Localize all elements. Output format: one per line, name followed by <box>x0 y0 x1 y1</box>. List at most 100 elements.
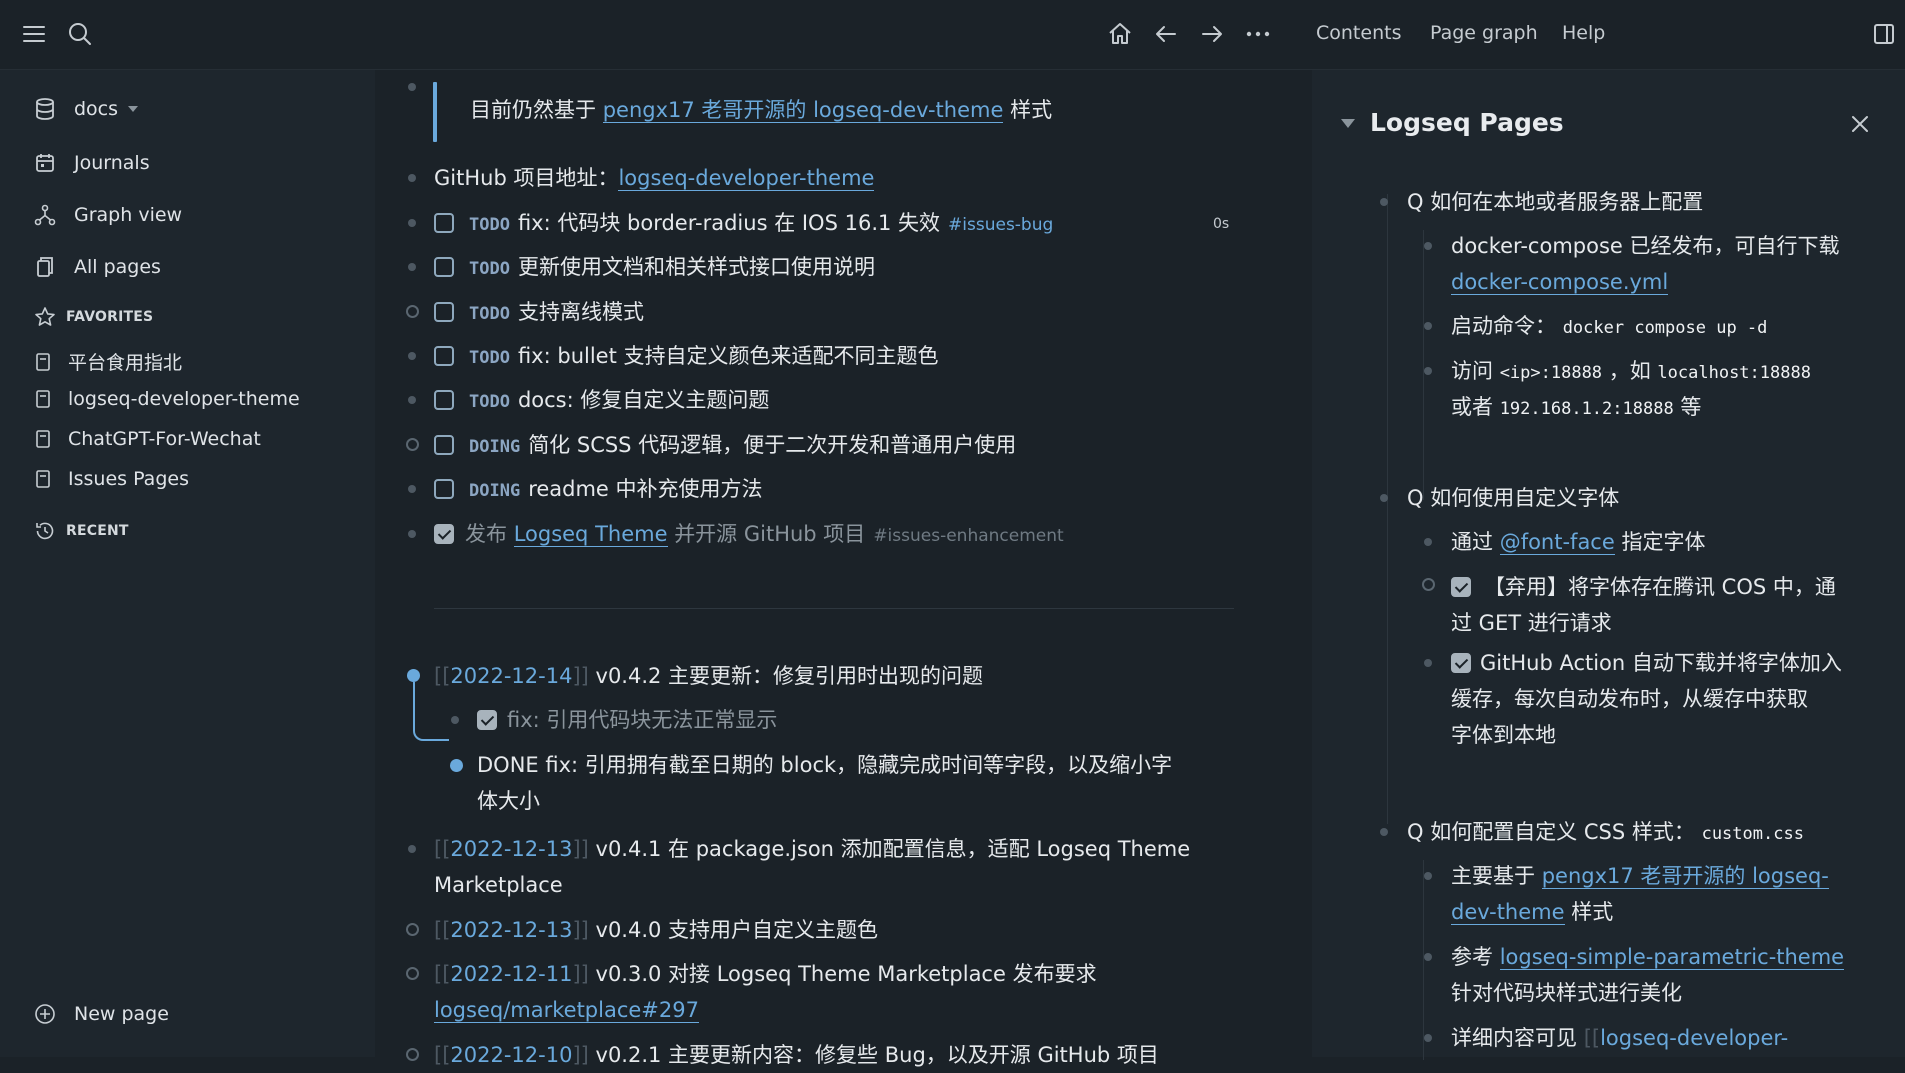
help-link[interactable]: Help <box>1562 22 1605 44</box>
graph-selector[interactable]: docs <box>34 92 139 126</box>
date-link[interactable]: 2022-12-10 <box>450 1043 572 1067</box>
github-link[interactable]: logseq-developer-theme <box>618 166 875 191</box>
sidebar-item-label: Journals <box>74 152 150 174</box>
sidebar-item-journals[interactable]: Journals <box>34 146 150 180</box>
tag-link[interactable]: #issues-enhancement <box>873 526 1063 546</box>
block-bullet[interactable] <box>1424 538 1432 546</box>
answer-line: 访问 <ip>:18888 ，如 localhost:18888 <box>1451 359 1811 383</box>
parametric-theme-link[interactable]: logseq-simple-parametric-theme <box>1499 945 1845 970</box>
more-icon[interactable] <box>1244 20 1272 48</box>
favorite-label: logseq-developer-theme <box>68 388 300 410</box>
date-link[interactable]: 2022-12-14 <box>450 664 572 688</box>
date-link[interactable]: 2022-12-13 <box>450 918 572 942</box>
right-sidebar-icon[interactable] <box>1870 20 1898 48</box>
block-bullet[interactable] <box>408 845 416 853</box>
collapse-arrow-icon[interactable] <box>1341 119 1355 128</box>
block-bullet[interactable] <box>1424 367 1432 375</box>
block-bullet[interactable] <box>408 83 416 91</box>
arrow-left-icon[interactable] <box>1152 20 1180 48</box>
menu-icon[interactable] <box>20 20 48 48</box>
sidebar-item-graph-view[interactable]: Graph view <box>34 198 182 232</box>
dev-theme-link[interactable]: pengx17 老哥开源的 logseq- <box>1541 864 1829 889</box>
sidebar-item-all-pages[interactable]: All pages <box>34 250 161 284</box>
question-2: Q 如何使用自定义字体 <box>1407 486 1620 510</box>
favorite-item[interactable]: Issues Pages <box>34 468 189 490</box>
todo-checkbox[interactable] <box>434 435 454 455</box>
collapsed-bullet[interactable] <box>406 305 419 318</box>
todo-checkbox[interactable] <box>434 390 454 410</box>
block-bullet[interactable] <box>408 396 416 404</box>
todo-checkbox[interactable] <box>434 346 454 366</box>
done-checkbox[interactable] <box>1451 577 1471 597</box>
done-item: 发布 Logseq Theme 并开源 GitHub 项目 #issues-enh… <box>465 522 1064 547</box>
todo-item: TODO docs: 修复自定义主题问题 <box>469 388 770 412</box>
log-entry: [[2022-12-11]] v0.3.0 对接 Logseq Theme Ma… <box>434 962 1097 986</box>
done-checkbox[interactable] <box>434 524 454 544</box>
answer-line: GitHub Action 自动下载并将字体加入 <box>1480 651 1842 675</box>
developer-page-link[interactable]: logseq-developer- <box>1600 1026 1788 1050</box>
marketplace-link[interactable]: logseq/marketplace#297 <box>434 998 699 1023</box>
block-bullet[interactable] <box>1380 828 1388 836</box>
todo-checkbox[interactable] <box>434 302 454 322</box>
favorite-item[interactable]: logseq-developer-theme <box>34 388 300 410</box>
arrow-right-icon[interactable] <box>1198 20 1226 48</box>
question-1: Q 如何在本地或者服务器上配置 <box>1407 190 1704 214</box>
expanded-bullet[interactable] <box>450 759 463 772</box>
expanded-bullet[interactable] <box>407 669 420 682</box>
collapsed-bullet[interactable] <box>406 1048 419 1061</box>
docker-compose-link[interactable]: docker-compose.yml <box>1451 270 1669 295</box>
block-bullet[interactable] <box>1424 1034 1432 1042</box>
panel-title[interactable]: Logseq Pages <box>1370 108 1564 137</box>
block-bullet[interactable] <box>408 352 416 360</box>
graph-name: docs <box>74 98 119 120</box>
block-bullet[interactable] <box>1424 242 1432 250</box>
close-icon[interactable] <box>1850 114 1870 138</box>
block-bullet[interactable] <box>1424 322 1432 330</box>
quote-link[interactable]: pengx17 老哥开源的 logseq-dev-theme <box>602 98 1004 123</box>
done-checkbox[interactable] <box>477 710 497 730</box>
page-icon <box>34 429 52 449</box>
favorite-label: ChatGPT-For-Wechat <box>68 428 261 450</box>
date-link[interactable]: 2022-12-13 <box>450 837 572 861</box>
collapsed-bullet[interactable] <box>1422 578 1435 591</box>
page-graph-link[interactable]: Page graph <box>1430 22 1538 44</box>
question-3: Q 如何配置自定义 CSS 样式： custom.css <box>1407 820 1804 844</box>
theme-link[interactable]: Logseq Theme <box>513 522 668 547</box>
collapsed-bullet[interactable] <box>406 967 419 980</box>
search-icon[interactable] <box>66 20 94 48</box>
favorite-item[interactable]: ChatGPT-For-Wechat <box>34 428 261 450</box>
new-page-button[interactable]: New page <box>34 997 169 1031</box>
favorite-item[interactable]: 平台食用指北 <box>34 348 182 375</box>
block-bullet[interactable] <box>451 716 459 724</box>
answer-line: 或者 192.168.1.2:18888 等 <box>1451 395 1702 419</box>
tag-link[interactable]: #issues-bug <box>948 215 1053 235</box>
home-icon[interactable] <box>1106 20 1134 48</box>
block-bullet[interactable] <box>408 530 416 538</box>
date-link[interactable]: 2022-12-11 <box>450 962 572 986</box>
block-bullet[interactable] <box>1424 872 1432 880</box>
block-bullet[interactable] <box>408 219 416 227</box>
answer-line: 字体到本地 <box>1451 723 1556 747</box>
log-entry: [[2022-12-13]] v0.4.1 在 package.json 添加配… <box>434 837 1191 861</box>
block-bullet[interactable] <box>408 174 416 182</box>
calendar-icon <box>34 152 56 174</box>
collapsed-bullet[interactable] <box>406 438 419 451</box>
recent-label: RECENT <box>66 523 129 539</box>
contents-link[interactable]: Contents <box>1316 22 1401 44</box>
recent-header[interactable]: RECENT <box>34 520 129 542</box>
answer-line: 过 GET 进行请求 <box>1451 611 1612 635</box>
todo-checkbox[interactable] <box>434 257 454 277</box>
font-face-link[interactable]: @font-face <box>1499 530 1615 555</box>
block-bullet[interactable] <box>408 263 416 271</box>
favorites-header[interactable]: FAVORITES <box>34 306 153 328</box>
block-bullet[interactable] <box>1424 659 1432 667</box>
todo-checkbox[interactable] <box>434 213 454 233</box>
block-bullet[interactable] <box>408 485 416 493</box>
block-bullet[interactable] <box>1380 494 1388 502</box>
collapsed-bullet[interactable] <box>406 923 419 936</box>
block-bullet[interactable] <box>1424 953 1432 961</box>
block-bullet[interactable] <box>1380 198 1388 206</box>
todo-checkbox[interactable] <box>434 479 454 499</box>
done-checkbox[interactable] <box>1451 653 1471 673</box>
dev-theme-link[interactable]: dev-theme <box>1451 900 1565 925</box>
